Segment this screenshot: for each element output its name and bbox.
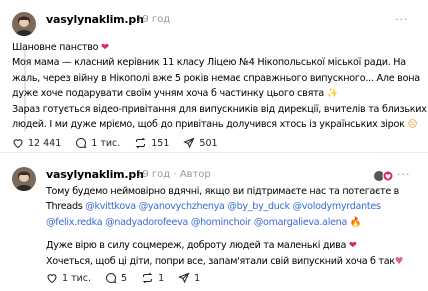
- heart-emoji-icon: ♥: [394, 255, 404, 267]
- repost-button[interactable]: 1: [141, 272, 164, 284]
- mention-link[interactable]: @kvittkova: [85, 201, 136, 212]
- comment-count: 1 тис.: [91, 137, 121, 149]
- post-line: Дуже вірю в силу соцмереж, доброту людей…: [46, 240, 357, 252]
- post-author-username[interactable]: vasylynaklim.ph: [46, 168, 144, 181]
- share-button[interactable]: 501: [183, 137, 218, 149]
- post-line: Хочеться, щоб ці діти, попри все, запам'…: [46, 255, 404, 267]
- comment-button[interactable]: 5: [105, 272, 127, 284]
- like-button[interactable]: 12 441: [12, 137, 61, 149]
- mention-link[interactable]: @hominchoir: [191, 217, 251, 228]
- post-line: Тому будемо неймовірно вдячні, якщо ви п…: [46, 186, 400, 197]
- mention-link[interactable]: @omargalieva.alena: [254, 217, 348, 228]
- heart-icon: [13, 139, 23, 149]
- divider: [0, 152, 428, 153]
- sparkles-emoji-icon: ✨: [326, 88, 339, 100]
- post-time: 19 год · Автор: [136, 169, 211, 180]
- post-line: Моя мама — класний керівник 11 класу Ліц…: [12, 57, 406, 69]
- avatar-photo: [12, 167, 36, 191]
- post-line: дуже хоче подарувати своїм учням хоча б …: [12, 88, 339, 100]
- like-button[interactable]: 1 тис.: [46, 272, 91, 284]
- mention-link[interactable]: @felix.redka: [46, 217, 103, 228]
- post-line: Зараз готується відео-привітання для вип…: [12, 103, 427, 115]
- share-icon: [178, 272, 190, 284]
- author-label: Автор: [179, 169, 211, 180]
- share-count: 501: [199, 137, 218, 149]
- pleading-face-emoji-icon: ☹: [407, 119, 418, 131]
- heart-icon: [47, 274, 57, 284]
- post-time-value[interactable]: 19 год: [136, 169, 170, 180]
- share-icon: [183, 137, 195, 149]
- repost-button[interactable]: 151: [134, 137, 169, 149]
- more-options-button[interactable]: ···: [395, 13, 409, 26]
- share-button[interactable]: 1: [178, 272, 200, 284]
- comment-icon: [106, 272, 117, 284]
- fire-emoji-icon: 🔥: [349, 216, 362, 228]
- more-options-button[interactable]: ···: [397, 168, 411, 181]
- avatar[interactable]: [12, 12, 36, 36]
- reply-body: Тому будемо неймовірно вдячні, якщо ви п…: [46, 184, 403, 269]
- post-line: людей. І ми дуже мріємо, щоб до привітан…: [12, 119, 418, 131]
- heart-emoji-icon: ❤: [101, 42, 109, 53]
- avatar[interactable]: [12, 167, 36, 191]
- repost-icon: [142, 272, 153, 284]
- avatar-photo: [12, 12, 36, 36]
- repost-icon: [136, 137, 146, 149]
- mention-link[interactable]: @volodymyrdantes: [293, 201, 381, 212]
- liked-by-avatars-icon: [374, 170, 394, 182]
- like-count: 12 441: [28, 137, 62, 149]
- post-actions: 12 441 1 тис. 151 501: [12, 137, 232, 149]
- comment-count: 5: [121, 272, 128, 284]
- post-line: @felix.redka @nadyadorofeeva @hominchoir…: [46, 215, 403, 230]
- heart-emoji-icon: ❤: [348, 240, 357, 252]
- post-body: Шановне панство ❤ Моя мама — класний кер…: [12, 40, 427, 132]
- post-time[interactable]: 19 год: [136, 14, 170, 25]
- mention-link[interactable]: @by_by_duck: [227, 201, 290, 212]
- like-count: 1 тис.: [62, 272, 92, 284]
- post-line: Threads @kvittkova @yanovychzhenya @by_b…: [46, 201, 381, 213]
- comment-button[interactable]: 1 тис.: [75, 137, 120, 149]
- post-actions: 1 тис. 5 1 1: [46, 272, 214, 284]
- post-author-username[interactable]: vasylynaklim.ph: [46, 13, 144, 26]
- repost-count: 151: [151, 137, 170, 149]
- repost-count: 1: [158, 272, 165, 284]
- mention-link[interactable]: @nadyadorofeeva: [105, 217, 188, 228]
- post-greeting: Шановне панство ❤: [12, 42, 109, 53]
- mention-link[interactable]: @yanovychzhenya: [139, 201, 225, 212]
- share-count: 1: [194, 272, 201, 284]
- comment-icon: [76, 137, 87, 149]
- post-line: жаль, через війну в Нікополі вже 5 років…: [12, 72, 420, 84]
